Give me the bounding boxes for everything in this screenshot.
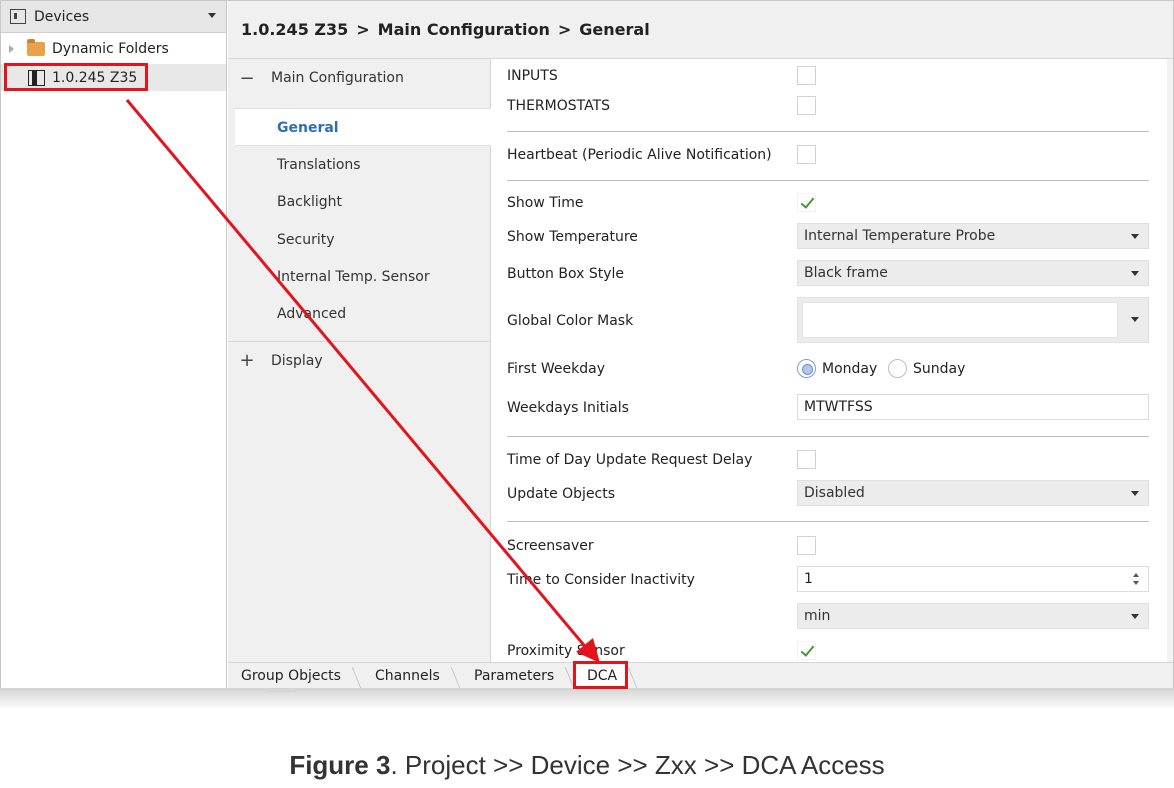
button-box-style-label: Button Box Style — [507, 266, 624, 282]
expand-icon[interactable]: + — [239, 350, 255, 371]
figure-number: Figure 3 — [289, 750, 391, 780]
monday-radio-label: Monday — [822, 361, 878, 377]
spin-down-icon[interactable] — [1133, 581, 1139, 585]
inactivity-unit-select[interactable]: min — [797, 603, 1149, 629]
nav-group-display[interactable]: + Display — [228, 341, 491, 379]
dca-highlight-box — [573, 661, 628, 689]
tab-channels[interactable]: Channels — [375, 663, 440, 689]
sunday-radio[interactable] — [888, 359, 907, 378]
global-color-mask-select[interactable] — [797, 297, 1149, 343]
breadcrumb-general[interactable]: General — [579, 20, 649, 39]
inactivity-label: Time to Consider Inactivity — [507, 572, 695, 588]
chevron-down-icon[interactable] — [208, 13, 216, 18]
tree-header[interactable]: Devices — [1, 1, 226, 33]
device-highlight-box — [4, 63, 148, 91]
figure-caption: Figure 3. Project >> Device >> Zxx >> DC… — [0, 750, 1174, 781]
breadcrumb-main-configuration[interactable]: Main Configuration — [378, 20, 550, 39]
tree-header-label: Devices — [34, 8, 90, 25]
select-value: Disabled — [804, 485, 865, 501]
tab-separator — [450, 667, 461, 688]
heartbeat-label: Heartbeat (Periodic Alive Notification) — [507, 147, 772, 163]
breadcrumb-device[interactable]: 1.0.245 Z35 — [241, 20, 348, 39]
global-color-mask-label: Global Color Mask — [507, 313, 634, 329]
show-time-checkbox[interactable] — [797, 193, 816, 212]
devices-icon — [10, 9, 26, 24]
divider — [507, 180, 1149, 181]
nav-group-label: Main Configuration — [271, 70, 404, 86]
tree-item-dynamic-folders[interactable]: Dynamic Folders — [1, 35, 226, 62]
inactivity-spinbox[interactable]: 1 — [797, 566, 1149, 592]
chevron-down-icon — [1131, 317, 1139, 322]
breadcrumb: 1.0.245 Z35 > Main Configuration > Gener… — [228, 1, 1173, 59]
parameter-form: INPUTS THERMOSTATS Heartbeat (Periodic A… — [492, 59, 1173, 662]
screensaver-label: Screensaver — [507, 538, 594, 554]
heartbeat-checkbox[interactable] — [797, 145, 816, 164]
monday-radio[interactable] — [797, 359, 816, 378]
collapse-icon[interactable]: − — [239, 68, 255, 89]
time-of-day-delay-checkbox[interactable] — [797, 450, 816, 469]
nav-item-general[interactable]: General — [235, 108, 491, 146]
update-objects-label: Update Objects — [507, 486, 616, 502]
device-tree-panel: Devices Dynamic Folders 1.0.245 Z35 — [1, 1, 227, 689]
inputs-checkbox[interactable] — [797, 66, 816, 85]
select-value: Internal Temperature Probe — [804, 228, 996, 244]
divider — [507, 521, 1149, 522]
show-time-label: Show Time — [507, 195, 584, 211]
tree-item-label: Dynamic Folders — [52, 40, 169, 57]
expand-arrow-icon[interactable] — [9, 44, 14, 53]
update-objects-select[interactable]: Disabled — [797, 480, 1149, 506]
thermostats-label: THERMOSTATS — [507, 98, 611, 114]
ets-window: Devices Dynamic Folders 1.0.245 Z35 1.0.… — [0, 0, 1174, 690]
folder-icon — [27, 38, 45, 56]
nav-group-label: Display — [271, 352, 323, 369]
spinbox-value: 1 — [804, 571, 813, 587]
color-mask-value — [802, 302, 1118, 338]
show-temperature-select[interactable]: Internal Temperature Probe — [797, 223, 1149, 249]
figure: Devices Dynamic Folders 1.0.245 Z35 1.0.… — [0, 0, 1174, 788]
screensaver-checkbox[interactable] — [797, 536, 816, 555]
breadcrumb-separator: > — [356, 20, 370, 39]
tab-group-objects[interactable]: Group Objects — [241, 663, 341, 689]
chevron-down-icon — [1131, 271, 1139, 276]
proximity-sensor-label: Proximity Sensor — [507, 643, 625, 659]
divider — [507, 436, 1149, 437]
select-value: min — [804, 608, 831, 624]
tab-separator — [351, 667, 362, 688]
spin-up-icon[interactable] — [1133, 573, 1139, 577]
divider — [507, 131, 1149, 132]
caption-text: . Project >> Device >> Zxx >> DCA Access — [390, 750, 885, 780]
breadcrumb-separator: > — [557, 20, 572, 39]
nav-item-translations[interactable]: Translations — [277, 157, 361, 173]
weekdays-initials-input[interactable]: MTWTFSS — [797, 394, 1149, 420]
select-value: Black frame — [804, 265, 888, 281]
show-temperature-label: Show Temperature — [507, 229, 638, 245]
inputs-label: INPUTS — [507, 68, 558, 84]
parameter-navigation: − Main Configuration General Translation… — [228, 59, 491, 662]
window-shadow — [0, 688, 1174, 710]
proximity-sensor-checkbox[interactable] — [797, 641, 816, 660]
bottom-tab-bar: Group Objects Channels Parameters DCA — [228, 662, 1173, 689]
nav-item-backlight[interactable]: Backlight — [277, 194, 342, 210]
sunday-radio-label: Sunday — [913, 361, 966, 377]
nav-item-advanced[interactable]: Advanced — [277, 306, 346, 322]
nav-item-internal-temp-sensor[interactable]: Internal Temp. Sensor — [277, 269, 430, 285]
tab-separator — [627, 667, 638, 688]
chevron-down-icon — [1131, 234, 1139, 239]
chevron-down-icon — [1131, 614, 1139, 619]
chevron-down-icon — [1131, 491, 1139, 496]
time-of-day-delay-label: Time of Day Update Request Delay — [507, 452, 753, 468]
nav-group-main-configuration[interactable]: − Main Configuration — [228, 59, 491, 97]
thermostats-checkbox[interactable] — [797, 96, 816, 115]
first-weekday-label: First Weekday — [507, 361, 606, 377]
vertical-scrollbar[interactable] — [1167, 59, 1173, 662]
tab-parameters[interactable]: Parameters — [474, 663, 554, 689]
button-box-style-select[interactable]: Black frame — [797, 260, 1149, 286]
weekdays-initials-label: Weekdays Initials — [507, 400, 629, 416]
nav-item-label: General — [277, 120, 339, 136]
nav-item-security[interactable]: Security — [277, 232, 335, 248]
